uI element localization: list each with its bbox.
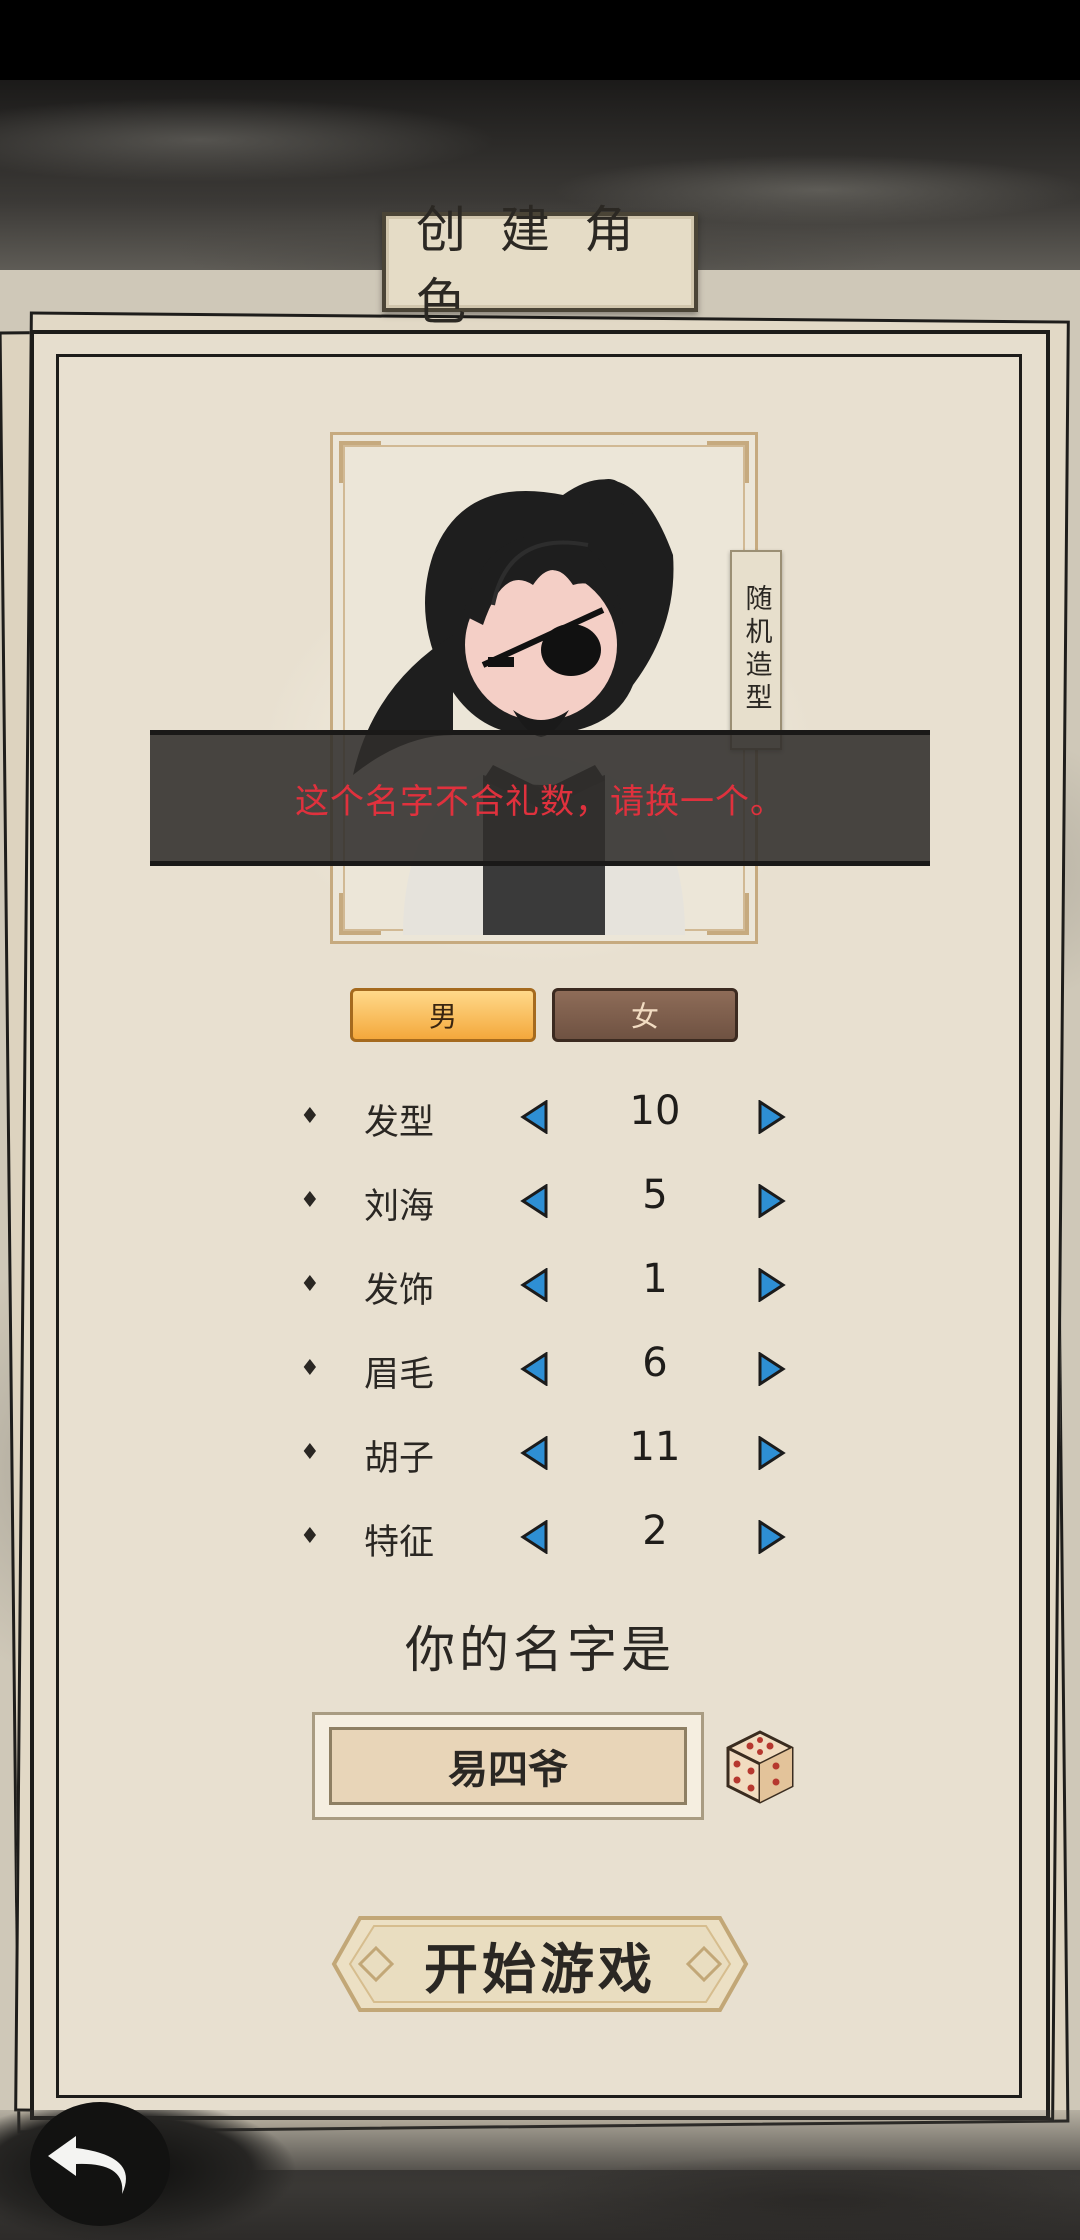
attribute-value: 11 <box>629 1424 681 1470</box>
diamond-icon: ♦ <box>300 1524 320 1549</box>
attribute-row-hairstyle: ♦ 发型 10 <box>300 1086 800 1146</box>
page-title: 创建角色 <box>416 201 668 331</box>
attribute-value: 1 <box>642 1256 668 1302</box>
status-bar <box>0 0 1080 80</box>
triangle-left-icon[interactable] <box>520 1268 550 1302</box>
diamond-icon: ♦ <box>300 1104 320 1129</box>
attribute-value: 2 <box>642 1508 668 1554</box>
triangle-left-icon[interactable] <box>520 1436 550 1470</box>
triangle-right-icon[interactable] <box>756 1268 786 1302</box>
attribute-row-feature: ♦ 特征 2 <box>300 1506 800 1566</box>
triangle-right-icon[interactable] <box>756 1352 786 1386</box>
attribute-row-hair-accessory: ♦ 发饰 1 <box>300 1254 800 1314</box>
name-heading: 你的名字是 <box>405 1621 675 1679</box>
triangle-left-icon[interactable] <box>520 1352 550 1386</box>
attribute-value: 10 <box>629 1088 681 1134</box>
attribute-row-eyebrows: ♦ 眉毛 6 <box>300 1338 800 1398</box>
portrait-frame <box>330 432 758 944</box>
attribute-label: 发饰 <box>364 1271 435 1311</box>
gender-female-label: 女 <box>630 1000 659 1033</box>
back-arrow-icon[interactable] <box>28 2090 178 2230</box>
dice-icon[interactable] <box>720 1726 798 1806</box>
diamond-icon: ♦ <box>300 1188 320 1213</box>
attribute-row-bangs: ♦ 刘海 5 <box>300 1170 800 1230</box>
attribute-row-beard: ♦ 胡子 11 <box>300 1422 800 1482</box>
title-plaque: 创建角色 <box>382 201 698 331</box>
attribute-value: 6 <box>642 1340 668 1386</box>
triangle-right-icon[interactable] <box>756 1100 786 1134</box>
start-game-button[interactable]: 开始游戏 <box>330 1912 750 2016</box>
toast-message: 这个名字不合礼数，请换一个。 <box>295 781 785 822</box>
random-style-label: 随机造型 <box>740 584 772 716</box>
attribute-label: 刘海 <box>364 1187 435 1227</box>
diamond-icon: ♦ <box>300 1272 320 1297</box>
triangle-left-icon[interactable] <box>520 1520 550 1554</box>
triangle-right-icon[interactable] <box>756 1436 786 1470</box>
gender-male-button[interactable]: 男 <box>350 988 536 1042</box>
error-toast: 这个名字不合礼数，请换一个。 <box>150 730 930 866</box>
attribute-value: 5 <box>642 1172 668 1218</box>
triangle-right-icon[interactable] <box>756 1184 786 1218</box>
triangle-left-icon[interactable] <box>520 1100 550 1134</box>
attribute-label: 眉毛 <box>364 1355 435 1395</box>
attribute-label: 发型 <box>364 1103 435 1143</box>
attribute-label: 胡子 <box>364 1439 435 1479</box>
triangle-right-icon[interactable] <box>756 1520 786 1554</box>
start-game-label: 开始游戏 <box>424 1936 656 2001</box>
name-input[interactable] <box>329 1727 687 1805</box>
diamond-icon: ♦ <box>300 1356 320 1381</box>
gender-male-label: 男 <box>428 1000 457 1033</box>
random-style-button[interactable]: 随机造型 <box>730 550 782 750</box>
name-field-frame <box>312 1712 704 1820</box>
diamond-icon: ♦ <box>300 1440 320 1465</box>
triangle-left-icon[interactable] <box>520 1184 550 1218</box>
gender-female-button[interactable]: 女 <box>552 988 738 1042</box>
attribute-label: 特征 <box>364 1523 435 1563</box>
